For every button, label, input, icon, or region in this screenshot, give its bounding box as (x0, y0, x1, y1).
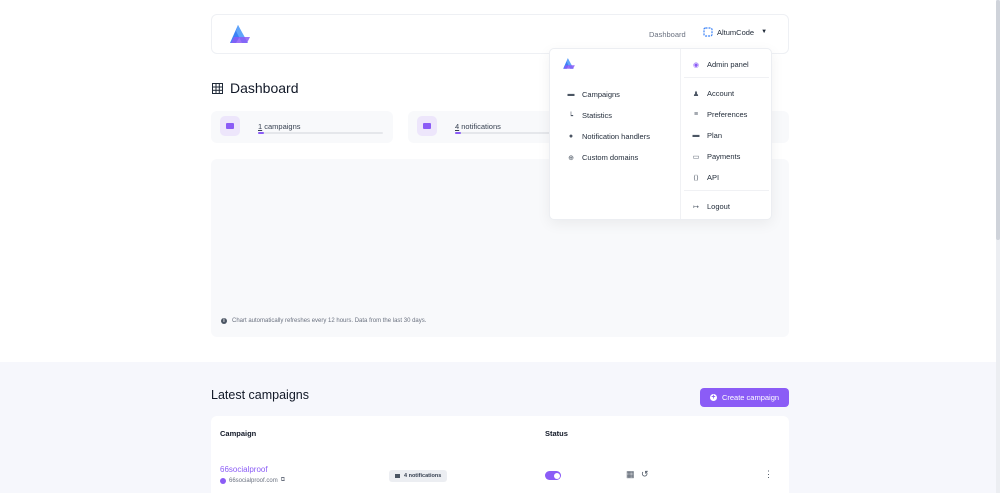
menu-item-notification-handlers[interactable]: ● Notification handlers (567, 132, 650, 141)
user-icon: ♟ (692, 90, 700, 98)
stat-notifications-text: 4 notifications (455, 122, 501, 131)
fingerprint-icon: ◉ (692, 61, 700, 69)
menu-item-campaigns[interactable]: ▬ Campaigns (567, 90, 620, 99)
latest-campaigns-title: Latest campaigns (211, 388, 309, 402)
user-name: AltumCode (717, 27, 755, 37)
column-header-campaign: Campaign (220, 429, 257, 438)
code-icon: ⟨⟩ (693, 174, 699, 182)
history-icon[interactable]: ↺ (641, 469, 649, 480)
status-toggle[interactable] (545, 471, 561, 480)
logout-icon: ↦ (693, 203, 699, 211)
scrollbar-thumb[interactable] (996, 0, 1000, 240)
plus-icon: + (709, 394, 717, 401)
campaign-icon (220, 116, 240, 136)
chart-note: i Chart automatically refreshes every 12… (221, 318, 426, 324)
user-menu-toggle[interactable]: AltumCode ▼ (703, 27, 767, 37)
caret-down-icon: ▼ (761, 29, 768, 35)
menu-item-preferences[interactable]: ≡ Preferences (692, 110, 747, 119)
altum-logo-icon (563, 58, 575, 69)
credit-card-icon: ▭ (692, 153, 700, 161)
dropdown-divider (684, 190, 769, 191)
menu-item-logout[interactable]: ↦ Logout (692, 202, 730, 211)
external-link-icon[interactable]: ⧉ (281, 477, 285, 484)
bell-icon: ● (568, 133, 574, 140)
globe-icon: ⊕ (568, 154, 574, 162)
stat-card-campaigns[interactable]: 1 campaigns (211, 111, 393, 143)
column-header-status: Status (545, 429, 568, 438)
altum-logo-icon[interactable] (228, 23, 252, 45)
box-icon: ▬ (692, 132, 700, 139)
menu-item-account[interactable]: ♟ Account (692, 89, 734, 98)
page-title-text: Dashboard (230, 80, 299, 96)
user-dropdown-menu: ▬ Campaigns ┕ Statistics ● Notification han… (549, 48, 772, 220)
menu-item-admin-panel[interactable]: ◉ Admin panel (692, 60, 749, 69)
user-square-icon (703, 27, 713, 37)
more-options-icon[interactable]: ⋮ (764, 469, 773, 480)
chart-icon: ┕ (568, 112, 574, 120)
calendar-icon[interactable]: ▦ (626, 469, 635, 480)
menu-item-statistics[interactable]: ┕ Statistics (567, 111, 612, 120)
domain-status-icon (220, 477, 226, 484)
campaign-name-link[interactable]: 66socialproof (220, 465, 268, 474)
sliders-icon: ≡ (693, 111, 699, 118)
campaign-domain: 66socialproof.com ⧉ (220, 477, 285, 484)
stat-campaigns-text: 1 campaigns (258, 122, 301, 131)
dropdown-divider (684, 77, 769, 78)
table-icon (212, 82, 223, 94)
notification-icon (395, 474, 400, 478)
campaign-icon: ▬ (567, 91, 575, 98)
nav-link-dashboard[interactable]: Dashboard (649, 30, 686, 39)
stat-campaigns-progress (258, 132, 383, 134)
dropdown-divider (680, 49, 681, 219)
menu-item-api[interactable]: ⟨⟩ API (692, 173, 719, 182)
page-title: Dashboard (212, 80, 299, 96)
info-icon: i (221, 318, 227, 324)
create-campaign-button[interactable]: + Create campaign (700, 388, 789, 407)
campaigns-table: Campaign Status 66socialproof 66socialpr… (211, 416, 789, 493)
menu-item-payments[interactable]: ▭ Payments (692, 152, 741, 161)
notifications-badge[interactable]: 4 notifications (389, 470, 448, 482)
menu-item-custom-domains[interactable]: ⊕ Custom domains (567, 153, 638, 162)
notification-icon (417, 116, 437, 136)
scrollbar[interactable] (996, 0, 1000, 493)
menu-item-plan[interactable]: ▬ Plan (692, 131, 723, 140)
